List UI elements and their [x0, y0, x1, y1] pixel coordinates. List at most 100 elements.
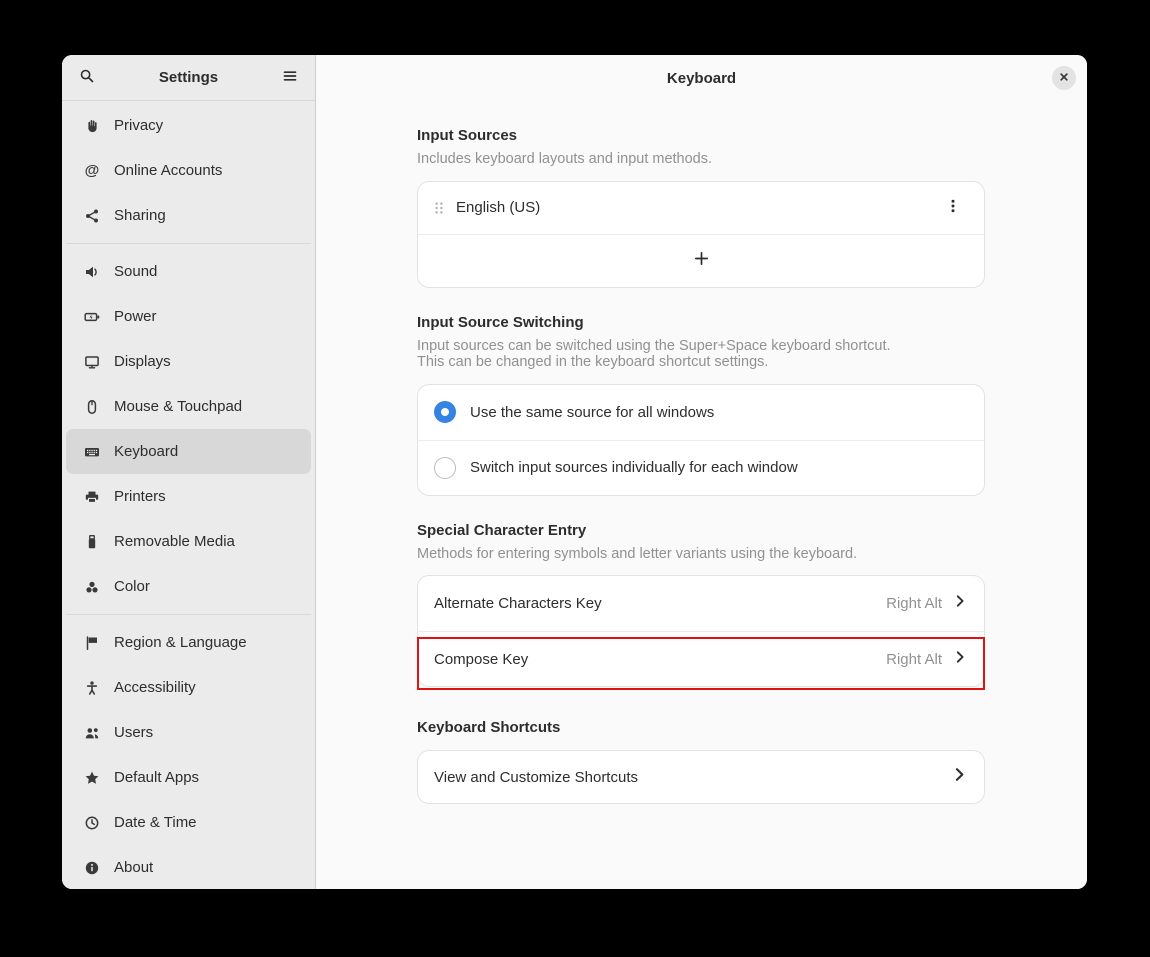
row-label: View and Customize Shortcuts — [434, 769, 638, 786]
sidebar-item-label: Power — [114, 308, 157, 325]
sidebar-item-label: Users — [114, 724, 153, 741]
shortcuts-card: View and Customize Shortcuts — [417, 750, 985, 804]
plus-icon — [693, 250, 710, 272]
app-title: Settings — [159, 69, 218, 86]
sidebar-item-label: Region & Language — [114, 634, 247, 651]
section-title: Keyboard Shortcuts — [417, 719, 985, 736]
sidebar-item-label: Sharing — [114, 207, 166, 224]
speaker-icon — [84, 264, 100, 280]
menu-button[interactable] — [278, 66, 302, 90]
sidebar-item-keyboard[interactable]: Keyboard — [66, 429, 311, 474]
section-input-source-switching: Input Source Switching Input sources can… — [417, 314, 985, 496]
sidebar-item-label: Color — [114, 578, 150, 595]
close-button[interactable] — [1052, 66, 1076, 90]
keyboard-settings-content: Input Sources Includes keyboard layouts … — [316, 101, 1087, 834]
sidebar-item-default-apps[interactable]: Default Apps — [66, 755, 311, 800]
sidebar-item-label: Online Accounts — [114, 162, 222, 179]
battery-icon — [84, 309, 100, 325]
section-special-character-entry: Special Character Entry Methods for ente… — [417, 522, 985, 688]
section-description: Input sources can be switched using the … — [417, 338, 985, 371]
sidebar-item-label: Displays — [114, 353, 171, 370]
sidebar-divider — [66, 614, 311, 615]
share-icon — [84, 208, 100, 224]
radio-unselected-icon[interactable] — [434, 457, 456, 479]
display-icon — [84, 354, 100, 370]
row-value: Right Alt — [886, 595, 942, 612]
radio-selected-icon[interactable] — [434, 401, 456, 423]
sidebar-item-label: Date & Time — [114, 814, 197, 831]
sidebar-item-label: Printers — [114, 488, 166, 505]
sidebar-item-label: Accessibility — [114, 679, 196, 696]
sidebar-item-printers[interactable]: Printers — [66, 474, 311, 519]
sidebar-item-power[interactable]: Power — [66, 294, 311, 339]
main-panel: Keyboard Input Sources Includes keyboard… — [316, 55, 1087, 889]
section-keyboard-shortcuts: Keyboard Shortcuts View and Customize Sh… — [417, 719, 985, 804]
sidebar-item-label: Default Apps — [114, 769, 199, 786]
sidebar-item-label: About — [114, 859, 153, 876]
kebab-menu-icon — [945, 198, 961, 217]
sidebar-item-sound[interactable]: Sound — [66, 249, 311, 294]
sidebar-item-accessibility[interactable]: Accessibility — [66, 665, 311, 710]
section-input-sources: Input Sources Includes keyboard layouts … — [417, 127, 985, 288]
at-icon: @ — [84, 163, 100, 179]
flag-icon — [84, 635, 100, 651]
sidebar-item-label: Privacy — [114, 117, 163, 134]
search-button[interactable] — [75, 66, 99, 90]
printer-icon — [84, 489, 100, 505]
sidebar-item-region-language[interactable]: Region & Language — [66, 620, 311, 665]
sidebar-item-users[interactable]: Users — [66, 710, 311, 755]
sidebar-divider — [66, 243, 311, 244]
sidebar-item-sharing[interactable]: Sharing — [66, 193, 311, 238]
section-description: Methods for entering symbols and letter … — [417, 546, 985, 563]
sidebar-header: Settings — [62, 55, 315, 101]
row-value: Right Alt — [886, 651, 942, 668]
sidebar-item-privacy[interactable]: Privacy — [66, 103, 311, 148]
sidebar-item-label: Sound — [114, 263, 157, 280]
add-input-source-button[interactable] — [418, 234, 984, 287]
view-customize-shortcuts-row[interactable]: View and Customize Shortcuts — [418, 751, 984, 803]
input-sources-card: English (US) — [417, 181, 985, 288]
description-line: Input sources can be switched using the … — [417, 338, 891, 354]
option-label: Use the same source for all windows — [470, 404, 714, 421]
sidebar-list: Privacy @ Online Accounts Sharing Sound — [62, 101, 315, 889]
row-label: Alternate Characters Key — [434, 595, 602, 612]
close-icon — [1056, 69, 1072, 88]
sidebar-item-color[interactable]: Color — [66, 564, 311, 609]
sidebar-item-displays[interactable]: Displays — [66, 339, 311, 384]
star-icon — [84, 770, 100, 786]
input-source-row[interactable]: English (US) — [418, 182, 984, 234]
sidebar-item-removable-media[interactable]: Removable Media — [66, 519, 311, 564]
sidebar-item-about[interactable]: About — [66, 845, 311, 889]
option-same-source[interactable]: Use the same source for all windows — [418, 385, 984, 440]
row-label: Compose Key — [434, 651, 528, 668]
sidebar-item-label: Removable Media — [114, 533, 235, 550]
drag-handle-icon[interactable] — [434, 200, 444, 216]
chevron-right-icon — [951, 766, 968, 788]
color-icon — [84, 579, 100, 595]
option-per-window[interactable]: Switch input sources individually for ea… — [418, 440, 984, 495]
hand-icon — [84, 118, 100, 134]
sidebar-item-mouse-touchpad[interactable]: Mouse & Touchpad — [66, 384, 311, 429]
users-icon — [84, 725, 100, 741]
sidebar-item-online-accounts[interactable]: @ Online Accounts — [66, 148, 311, 193]
page-title: Keyboard — [667, 70, 736, 87]
info-icon — [84, 860, 100, 876]
alternate-characters-key-row[interactable]: Alternate Characters Key Right Alt — [418, 576, 984, 631]
section-title: Input Source Switching — [417, 314, 985, 331]
mouse-icon — [84, 399, 100, 415]
section-title: Special Character Entry — [417, 522, 985, 539]
clock-icon — [84, 815, 100, 831]
sidebar-item-date-time[interactable]: Date & Time — [66, 800, 311, 845]
compose-key-row[interactable]: Compose Key Right Alt — [418, 631, 984, 686]
search-icon — [79, 68, 95, 87]
sidebar-item-label: Mouse & Touchpad — [114, 398, 242, 415]
sidebar: Settings Privacy @ Online Accounts — [62, 55, 316, 889]
keyboard-icon — [84, 444, 100, 460]
sidebar-item-label: Keyboard — [114, 443, 178, 460]
source-options-button[interactable] — [938, 193, 968, 223]
hamburger-icon — [282, 68, 298, 87]
main-header: Keyboard — [316, 55, 1087, 101]
option-label: Switch input sources individually for ea… — [470, 459, 798, 476]
settings-window: Settings Privacy @ Online Accounts — [62, 55, 1087, 889]
accessibility-icon — [84, 680, 100, 696]
